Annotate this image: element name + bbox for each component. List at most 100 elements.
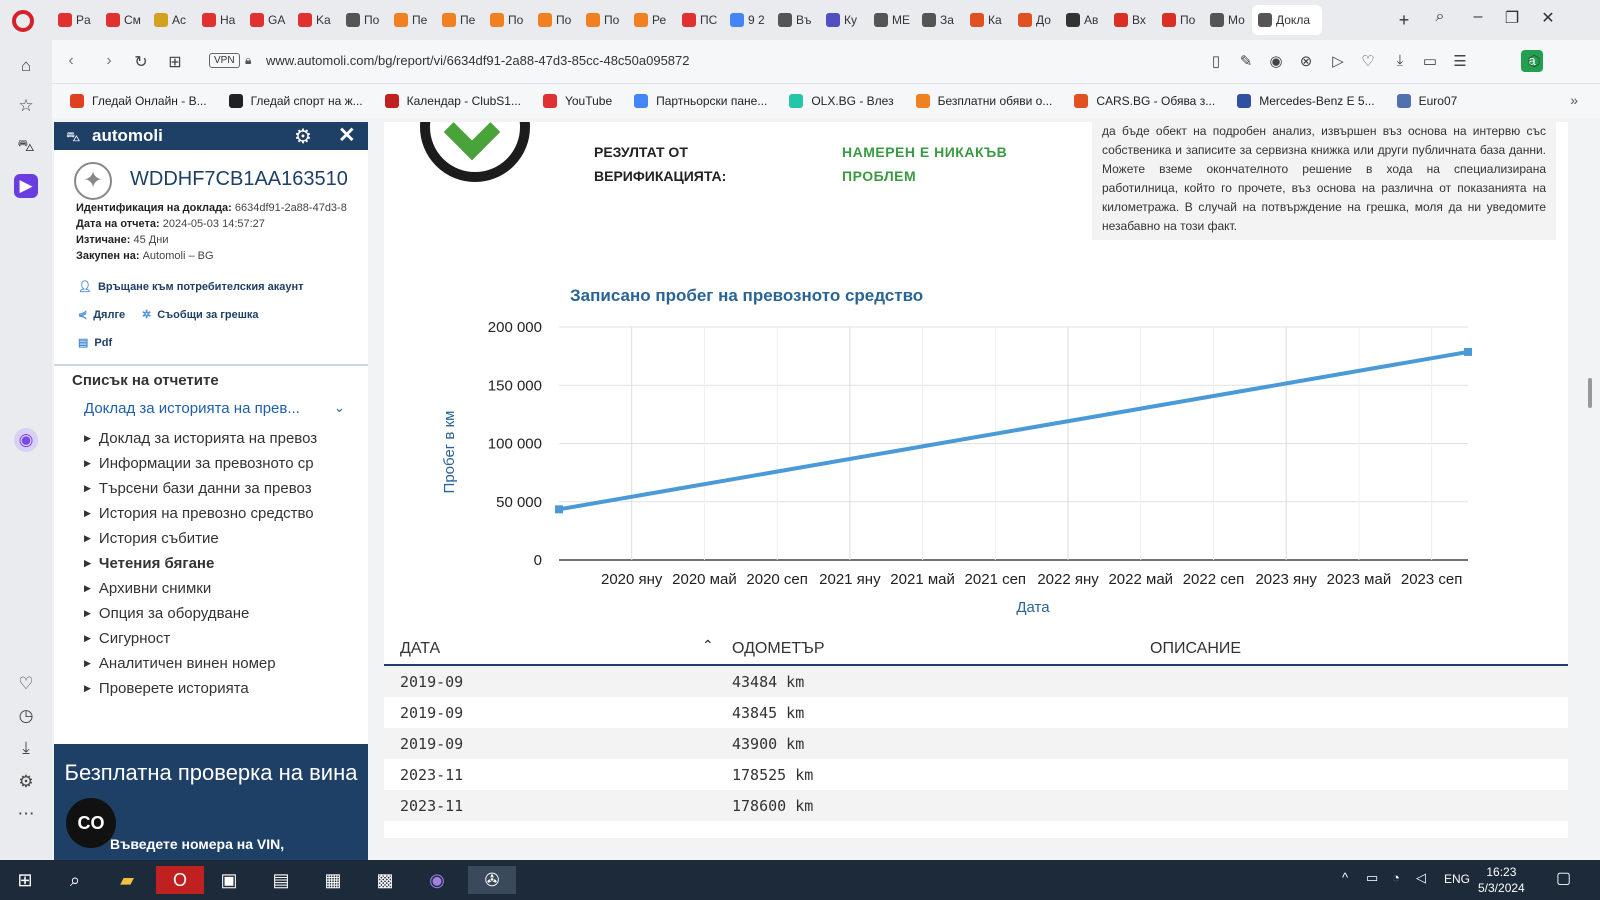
selected-report-dropdown[interactable]: Доклад за историята на прев... (84, 400, 354, 417)
viber-icon[interactable]: ◉ (422, 866, 452, 894)
browser-tab[interactable]: Pa (52, 5, 98, 35)
url-field[interactable]: www.automoli.com/bg/report/vi/6634df91-2… (266, 53, 690, 68)
edit-icon[interactable]: ✎ (1236, 52, 1256, 70)
browser-tab[interactable]: Пе (388, 5, 434, 35)
browser-tab[interactable]: См (100, 5, 146, 35)
history-icon[interactable]: ◷ (14, 704, 38, 728)
browser-tab[interactable]: Пе (436, 5, 482, 35)
more-icon[interactable]: ⋯ (14, 802, 38, 826)
column-header-description[interactable]: ОПИСАНИЕ (1150, 640, 1241, 658)
maximize-icon[interactable]: ❐ (1500, 8, 1524, 28)
report-section-item[interactable]: ▶ Четения бягане (84, 555, 338, 580)
bookmark-item[interactable]: Календар - ClubS1... (384, 94, 521, 108)
car-icon[interactable]: ⛍ (14, 134, 38, 158)
panel-settings-icon[interactable]: ⚙ (294, 124, 312, 149)
browser-tab[interactable]: По (580, 5, 626, 35)
browser-tab[interactable]: GA (244, 5, 290, 35)
bookmark-item[interactable]: Гледай Онлайн - В... (70, 94, 207, 108)
report-section-item[interactable]: ▶ Аналитичен винен номер (84, 655, 338, 680)
adblock-icon[interactable]: ⊗ (1296, 52, 1316, 70)
bookmark-item[interactable]: CARS.BG - Обява з... (1074, 94, 1215, 108)
heart-icon[interactable]: ♡ (1358, 52, 1378, 70)
play-icon[interactable]: ▷ (1328, 52, 1348, 70)
browser-tab[interactable]: По (340, 5, 386, 35)
forward-icon[interactable]: › (98, 52, 120, 70)
column-header-odometer[interactable]: ОДОМЕТЪР (732, 640, 824, 658)
notifications-icon[interactable]: ▢ (1556, 868, 1571, 888)
browser-tab[interactable]: Ka (292, 5, 338, 35)
page-scrollbar[interactable] (1588, 378, 1592, 408)
bookmarks-overflow-icon[interactable]: » (1570, 92, 1578, 108)
sort-ascending-icon[interactable]: ⌃ (702, 637, 714, 654)
app-icon-2[interactable]: ▤ (266, 866, 296, 894)
wifi-icon[interactable]: ◔ (1392, 870, 1400, 885)
automoli-logo[interactable]: automoli (92, 126, 163, 146)
report-section-item[interactable]: ▶ Информации за превозното ср (84, 455, 338, 480)
vpn-badge[interactable]: VPN (209, 53, 240, 68)
report-section-item[interactable]: ▶ Архивни снимки (84, 580, 338, 605)
browser-tab[interactable]: Мо (1204, 5, 1250, 35)
bookmarks-star-icon[interactable]: ☆ (14, 94, 38, 118)
panel-close-icon[interactable]: ✕ (338, 123, 356, 148)
browser-tab[interactable]: До (1012, 5, 1058, 35)
opera-taskbar-icon[interactable]: O (156, 866, 204, 894)
bookmark-item[interactable]: Безплатни обяви о... (915, 94, 1052, 108)
camera-icon[interactable]: ◉ (1266, 52, 1286, 70)
windows-start-icon[interactable]: ⊞ (10, 866, 40, 894)
search-icon[interactable]: ⌕ (60, 866, 90, 894)
browser-tab[interactable]: ПС (676, 5, 722, 35)
reader-icon[interactable]: ▯ (1206, 52, 1226, 70)
home-icon[interactable]: ⌂ (14, 54, 38, 78)
bookmark-item[interactable]: Euro07 (1396, 94, 1457, 108)
app-icon-5[interactable]: ✇ (468, 866, 516, 894)
browser-tab[interactable]: По (532, 5, 578, 35)
browser-tab[interactable]: Ha (196, 5, 242, 35)
volume-icon[interactable]: ◁ (1416, 870, 1426, 886)
browser-tab[interactable]: Ку (820, 5, 866, 35)
browser-tab[interactable]: Ac (148, 5, 194, 35)
reload-icon[interactable]: ↻ (130, 52, 152, 72)
report-section-item[interactable]: ▶ История събитие (84, 530, 338, 555)
lock-icon[interactable]: 🔒︎ (245, 53, 251, 68)
file-explorer-icon[interactable]: ▰ (112, 866, 142, 894)
pdf-link[interactable]: ▤ Pdf (78, 336, 112, 349)
app-icon-3[interactable]: ▦ (318, 866, 348, 894)
new-tab-button[interactable]: + (1393, 9, 1415, 31)
speed-dial-icon[interactable]: ⊞ (164, 52, 186, 72)
clock[interactable]: 16:23 5/3/2024 (1478, 864, 1525, 896)
browser-tab[interactable]: Вх (1108, 5, 1154, 35)
report-section-item[interactable]: ▶ Доклад за историята на превоз (84, 430, 338, 455)
heart-sidebar-icon[interactable]: ♡ (14, 672, 38, 696)
bookmark-item[interactable]: Гледай спорт на ж... (228, 94, 363, 108)
browser-tab[interactable]: За (916, 5, 962, 35)
browser-tab[interactable]: Ав (1060, 5, 1106, 35)
battery-icon[interactable]: ▭ (1366, 870, 1378, 886)
extensions-icon[interactable]: ⬡ (1524, 52, 1544, 70)
easy-setup-icon[interactable]: ☰ (1450, 52, 1470, 70)
app-icon-1[interactable]: ▣ (214, 866, 244, 894)
close-window-icon[interactable]: ✕ (1536, 8, 1560, 28)
browser-tab-active[interactable]: Докла (1252, 5, 1322, 35)
messenger-icon[interactable]: ◉ (14, 428, 38, 452)
free-vin-check-banner[interactable]: Безплатна проверка на вина CO Въведете н… (54, 744, 368, 860)
browser-tab[interactable]: Ка (964, 5, 1010, 35)
chevron-down-icon[interactable]: ⌄ (334, 400, 345, 416)
browser-tab[interactable]: 9 2 (724, 5, 770, 35)
share-link[interactable]: ⋞ Дялге (78, 308, 125, 321)
browser-tab[interactable]: По (1156, 5, 1202, 35)
report-section-item[interactable]: ▶ Проверете историята (84, 680, 338, 705)
bookmark-item[interactable]: Mercedes-Benz E 5... (1237, 94, 1375, 108)
downloads-sidebar-icon[interactable]: ⤓ (14, 736, 38, 760)
minimize-icon[interactable]: – (1466, 8, 1490, 26)
report-section-item[interactable]: ▶ Опция за оборудване (84, 605, 338, 630)
report-section-item[interactable]: ▶ Сигурност (84, 630, 338, 655)
browser-tab[interactable]: МЕ (868, 5, 914, 35)
report-section-item[interactable]: ▶ Търсени бази данни за превоз (84, 480, 338, 505)
search-tabs-icon[interactable]: ⌕ (1428, 8, 1452, 26)
bookmark-item[interactable]: Партньорски пане... (634, 94, 767, 108)
tray-chevron-icon[interactable]: ^ (1342, 870, 1348, 885)
settings-icon[interactable]: ⚙ (14, 770, 38, 794)
browser-tab[interactable]: Ре (628, 5, 674, 35)
app-icon-4[interactable]: ▩ (370, 866, 400, 894)
battery-saver-icon[interactable]: ▭ (1420, 52, 1440, 70)
